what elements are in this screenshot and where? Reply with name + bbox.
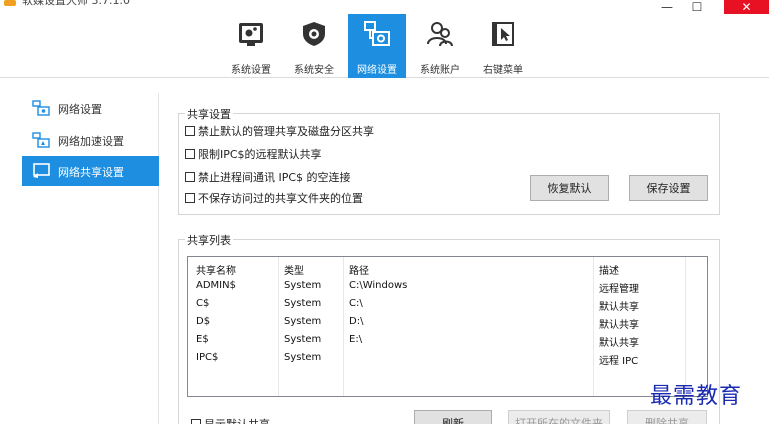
network-icon xyxy=(364,21,390,46)
checkbox-box[interactable] xyxy=(185,193,195,203)
checkbox-box[interactable] xyxy=(185,149,195,159)
group-title: 共享设置 xyxy=(185,106,233,122)
sidebar-item-label: 网络加速设置 xyxy=(58,135,124,148)
checkbox-label: 显示默认共享 xyxy=(204,416,270,424)
cell-share-name: E$ xyxy=(196,334,209,345)
cell-share-name: IPC$ xyxy=(196,352,219,363)
checkbox-disable-ipc-null[interactable]: 禁止进程间通讯 IPC$ 的空连接 xyxy=(185,169,351,185)
sidebar: 网络设置 网络加速设置 网络共享设置 xyxy=(22,93,166,424)
cell-share-name: D$ xyxy=(196,316,211,327)
cell-type: System xyxy=(284,316,322,327)
cell-share-name: C$ xyxy=(196,298,210,309)
active-indicator-arrow xyxy=(159,165,166,177)
tab-system-accounts[interactable]: 系统账户 xyxy=(411,14,469,78)
checkbox-no-save-share-location[interactable]: 不保存访问过的共享文件夹的位置 xyxy=(185,190,363,206)
column-header[interactable]: 路径 xyxy=(349,262,369,277)
checkbox-show-default-share[interactable]: 显示默认共享 xyxy=(191,416,270,424)
tab-label: 网络设置 xyxy=(357,65,397,76)
watermark-text: 最需教育 xyxy=(650,384,743,409)
table-header: 共享名称 类型 路径 描述 xyxy=(188,259,707,277)
checkbox-disable-admin-share[interactable]: 禁止默认的管理共享及磁盘分区共享 xyxy=(185,123,374,139)
title-bar: 软媒设置大师 3.7.1.0 — ☐ ✕ xyxy=(0,0,769,14)
delete-share-button[interactable]: 删除共享 xyxy=(627,410,707,424)
maximize-button[interactable]: ☐ xyxy=(682,0,712,14)
cell-type: System xyxy=(284,298,322,309)
tab-label: 系统安全 xyxy=(294,65,334,76)
checkbox-limit-ipc[interactable]: 限制IPC$的远程默认共享 xyxy=(185,146,322,162)
restore-default-button[interactable]: 恢复默认 xyxy=(530,175,609,201)
network-speed-icon xyxy=(32,132,50,148)
cell-type: System xyxy=(284,280,322,291)
column-header[interactable]: 类型 xyxy=(284,262,304,277)
table-row[interactable]: C$ System C:\ 默认共享 xyxy=(188,295,707,313)
checkbox-label: 不保存访问过的共享文件夹的位置 xyxy=(198,192,363,205)
cell-description: 远程 IPC xyxy=(599,356,639,367)
save-settings-button[interactable]: 保存设置 xyxy=(629,175,708,201)
cell-description: 远程管理 xyxy=(599,284,639,295)
cell-description: 默认共享 xyxy=(599,320,639,331)
close-button[interactable]: ✕ xyxy=(724,0,769,14)
cell-description: 默认共享 xyxy=(599,338,639,349)
tab-system-security[interactable]: 系统安全 xyxy=(285,14,343,78)
sidebar-item-network-speed[interactable]: 网络加速设置 xyxy=(22,125,159,155)
sidebar-item-label: 网络设置 xyxy=(58,103,102,116)
tab-label: 系统设置 xyxy=(231,65,271,76)
users-icon xyxy=(427,22,453,47)
system-settings-icon xyxy=(239,23,263,46)
checkbox-box[interactable] xyxy=(185,172,195,182)
column-header[interactable]: 共享名称 xyxy=(196,262,236,277)
app-logo-icon xyxy=(4,0,16,6)
tab-label: 系统账户 xyxy=(420,65,460,76)
network-settings-icon xyxy=(32,100,50,116)
refresh-button[interactable]: 刷新 xyxy=(414,410,492,424)
cell-path: C:\ xyxy=(349,298,363,309)
sidebar-item-network-share[interactable]: 网络共享设置 xyxy=(22,156,166,186)
minimize-button[interactable]: — xyxy=(652,0,682,14)
checkbox-label: 禁止默认的管理共享及磁盘分区共享 xyxy=(198,125,374,138)
context-menu-icon xyxy=(492,22,514,46)
shield-icon xyxy=(303,22,325,46)
tab-network-settings[interactable]: 网络设置 xyxy=(348,14,406,78)
tab-context-menu[interactable]: 右键菜单 xyxy=(474,14,532,78)
tab-system-settings[interactable]: 系统设置 xyxy=(222,14,280,78)
main-toolbar: 系统设置 系统安全 网络设置 系统账户 右键菜单 xyxy=(0,14,769,78)
group-title: 共享列表 xyxy=(185,232,233,248)
table-row[interactable]: D$ System D:\ 默认共享 xyxy=(188,313,707,331)
share-settings-group: 共享设置 禁止默认的管理共享及磁盘分区共享 限制IPC$的远程默认共享 禁止进程… xyxy=(178,106,720,215)
tab-label: 右键菜单 xyxy=(483,65,523,76)
cell-path: C:\Windows xyxy=(349,280,408,291)
sidebar-item-network-settings[interactable]: 网络设置 xyxy=(22,93,159,123)
table-row[interactable]: IPC$ System 远程 IPC xyxy=(188,349,707,367)
share-list-table[interactable]: 共享名称 类型 路径 描述 ADMIN$ System C:\Windows 远… xyxy=(187,256,708,397)
cell-description: 默认共享 xyxy=(599,302,639,313)
sidebar-item-label: 网络共享设置 xyxy=(58,166,124,179)
table-row[interactable]: E$ System E:\ 默认共享 xyxy=(188,331,707,349)
checkbox-label: 限制IPC$的远程默认共享 xyxy=(198,148,322,161)
cell-type: System xyxy=(284,334,322,345)
cell-path: E:\ xyxy=(349,334,363,345)
window-title: 软媒设置大师 3.7.1.0 xyxy=(22,0,130,7)
checkbox-box[interactable] xyxy=(185,126,195,136)
cell-path: D:\ xyxy=(349,316,364,327)
cell-type: System xyxy=(284,352,322,363)
checkbox-label: 禁止进程间通讯 IPC$ 的空连接 xyxy=(198,171,351,184)
network-share-icon xyxy=(33,163,50,178)
cell-share-name: ADMIN$ xyxy=(196,280,236,291)
open-folder-button[interactable]: 打开所在的文件夹 xyxy=(508,410,610,424)
table-row[interactable]: ADMIN$ System C:\Windows 远程管理 xyxy=(188,277,707,295)
column-header[interactable]: 描述 xyxy=(599,262,619,277)
checkbox-box[interactable] xyxy=(191,419,201,424)
